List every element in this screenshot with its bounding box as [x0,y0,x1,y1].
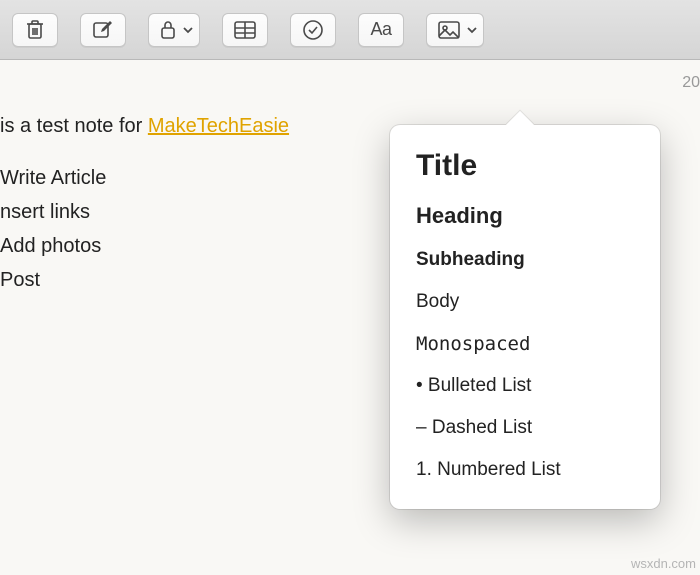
note-body[interactable]: 20 is a test note for MakeTechEasie Writ… [0,60,700,575]
chevron-down-icon [465,23,479,37]
chevron-down-icon [181,23,195,37]
image-icon [437,20,461,40]
format-option-body[interactable]: Body [416,291,634,313]
format-option-subheading[interactable]: Subheading [416,249,634,271]
table-icon [233,20,257,40]
toolbar: Aa [0,0,700,60]
intro-link[interactable]: MakeTechEasie [148,115,289,137]
checklist-icon [302,19,324,41]
table-button[interactable] [222,13,268,47]
format-option-heading[interactable]: Heading [416,203,634,229]
format-option-dashed[interactable]: – Dashed List [416,417,634,439]
checklist-button[interactable] [290,13,336,47]
intro-text: is a test note for [0,115,148,137]
format-option-monospaced[interactable]: Monospaced [416,333,634,355]
format-label: Aa [370,19,391,40]
lock-icon [159,19,177,41]
trash-icon [25,19,45,41]
format-option-bulleted[interactable]: • Bulleted List [416,375,634,397]
format-option-title[interactable]: Title [416,149,634,183]
media-button[interactable] [426,13,484,47]
format-option-numbered[interactable]: 1. Numbered List [416,459,634,481]
format-button[interactable]: Aa [358,13,404,47]
compose-icon [92,19,114,41]
lock-button[interactable] [148,13,200,47]
delete-button[interactable] [12,13,58,47]
watermark: wsxdn.com [631,556,696,571]
compose-button[interactable] [80,13,126,47]
date-fragment: 20 [682,74,700,92]
format-popover: Title Heading Subheading Body Monospaced… [390,125,660,509]
